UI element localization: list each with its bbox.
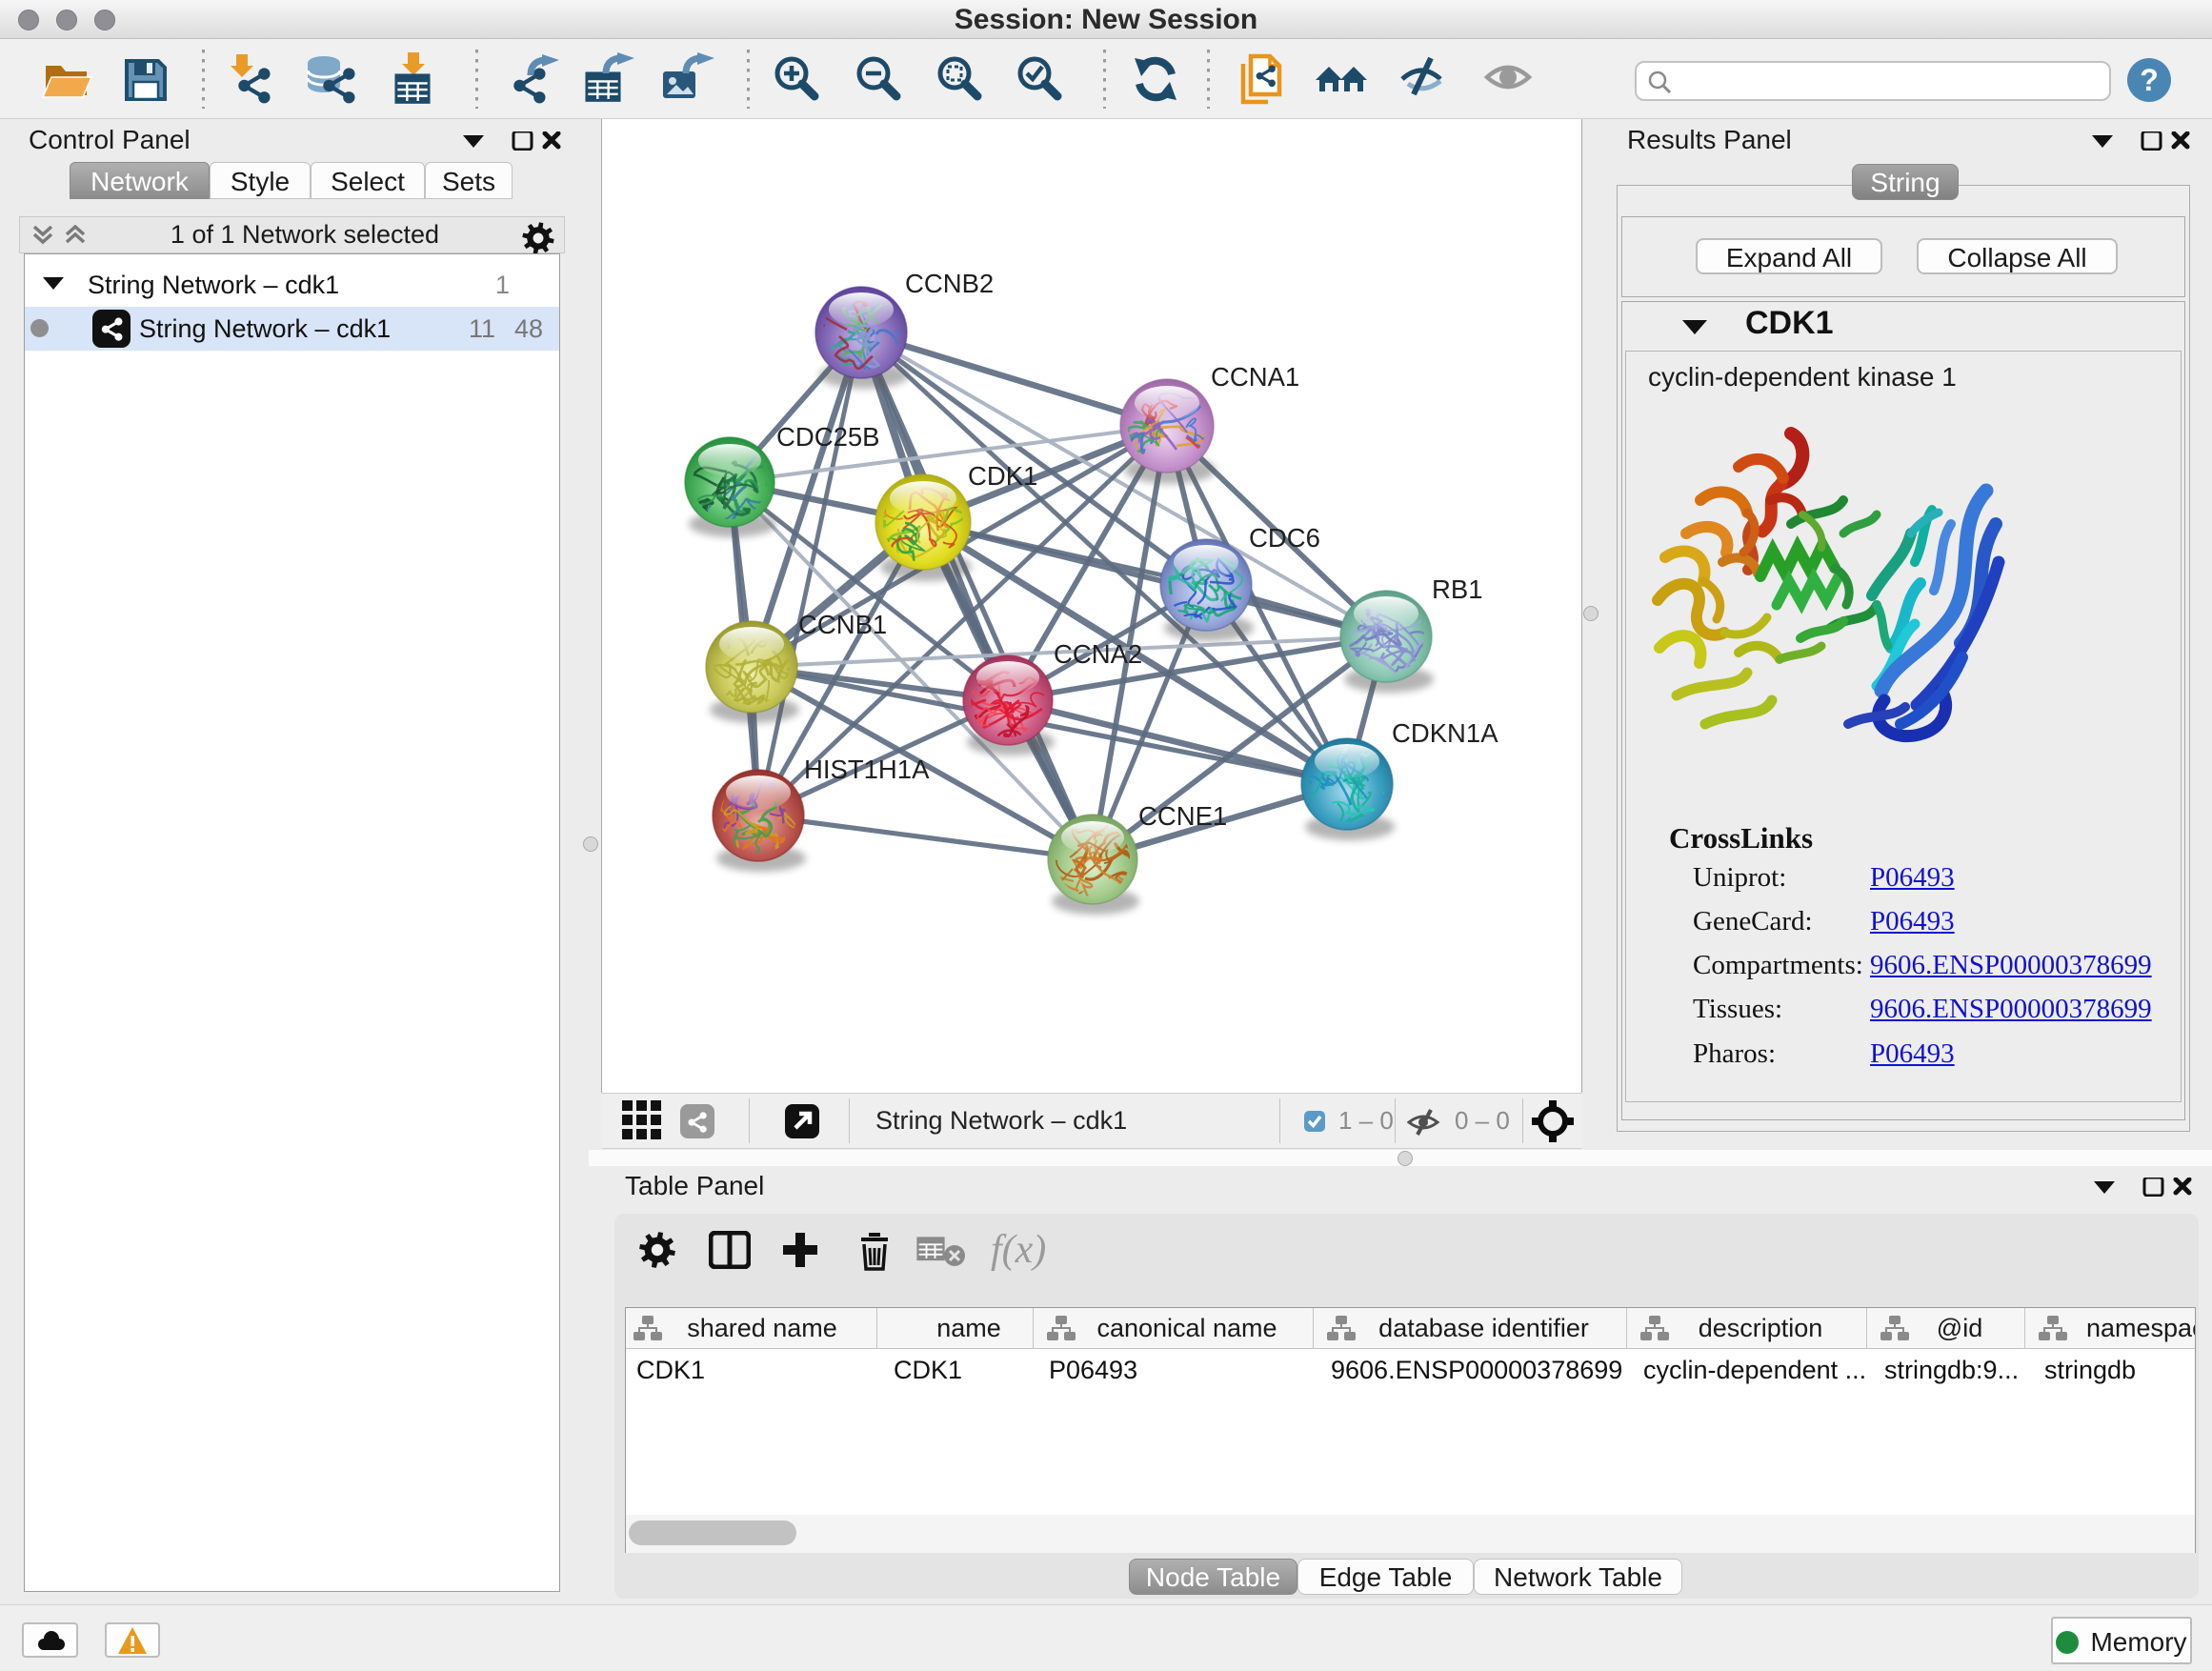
svg-text:CCNB2: CCNB2 [905, 269, 994, 298]
svg-text:CCNA1: CCNA1 [1211, 362, 1299, 392]
svg-text:CCNE1: CCNE1 [1138, 801, 1227, 831]
svg-text:CDKN1A: CDKN1A [1392, 718, 1498, 748]
svg-text:CCNB1: CCNB1 [798, 610, 887, 639]
svg-text:CCNA2: CCNA2 [1054, 639, 1142, 669]
svg-text:CDC6: CDC6 [1249, 523, 1320, 553]
svg-text:HIST1H1A: HIST1H1A [804, 755, 930, 784]
svg-text:RB1: RB1 [1432, 574, 1483, 604]
svg-text:CDK1: CDK1 [968, 461, 1037, 491]
svg-text:CDC25B: CDC25B [776, 422, 880, 452]
